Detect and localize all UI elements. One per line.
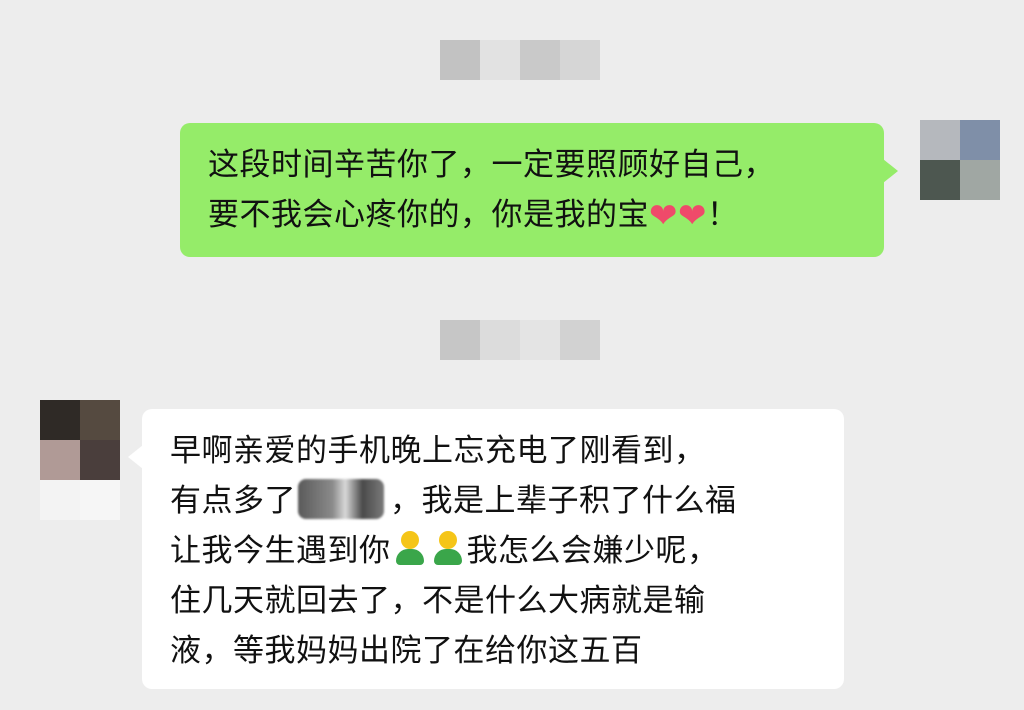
message-text-line: 住几天就回去了，不是什么大病就是输 xyxy=(170,583,706,619)
timestamp-blurred xyxy=(440,40,600,80)
message-text-line: 有点多了 ，我是上辈子积了什么福 xyxy=(170,476,824,526)
contact-avatar[interactable] xyxy=(40,400,120,480)
outgoing-message-bubble[interactable]: 这段时间辛苦你了，一定要照顾好自己， 要不我会心疼你的，你是我的宝❤❤！ xyxy=(180,123,898,257)
message-text: 我怎么会嫌少呢， xyxy=(466,533,719,569)
incoming-message-bubble[interactable]: 早啊亲爱的手机晚上忘充电了刚看到， 有点多了 ，我是上辈子积了什么福 让我今生遇到… xyxy=(128,409,844,689)
timestamp-blurred xyxy=(440,320,600,360)
message-text-line: 让我今生遇到你 我怎么会嫌少呢， xyxy=(170,526,824,576)
person-emoji-icon xyxy=(394,531,426,567)
message-text: 让我今生遇到你 xyxy=(170,533,391,569)
chat-window: 这段时间辛苦你了，一定要照顾好自己， 要不我会心疼你的，你是我的宝❤❤！ 早啊亲… xyxy=(0,0,1024,710)
avatar-blur-fragment xyxy=(40,480,120,520)
message-text: 要不我会心疼你的，你是我的宝 xyxy=(208,197,649,233)
message-text-line: 这段时间辛苦你了，一定要照顾好自己， xyxy=(208,147,775,183)
blurred-redaction xyxy=(298,479,384,519)
message-text: ！ xyxy=(707,197,739,233)
message-text: 有点多了 xyxy=(170,483,296,519)
my-avatar[interactable] xyxy=(920,120,1000,200)
message-text-line: 液，等我妈妈出院了在给你这五百 xyxy=(170,633,643,669)
person-emoji-icon xyxy=(432,531,464,567)
message-text-line: 要不我会心疼你的，你是我的宝❤❤！ xyxy=(208,190,858,240)
heart-icon: ❤ xyxy=(678,196,707,236)
message-text-line: 早啊亲爱的手机晚上忘充电了刚看到， xyxy=(170,433,706,469)
message-text: ，我是上辈子积了什么福 xyxy=(390,483,737,519)
heart-icon: ❤ xyxy=(649,196,678,236)
